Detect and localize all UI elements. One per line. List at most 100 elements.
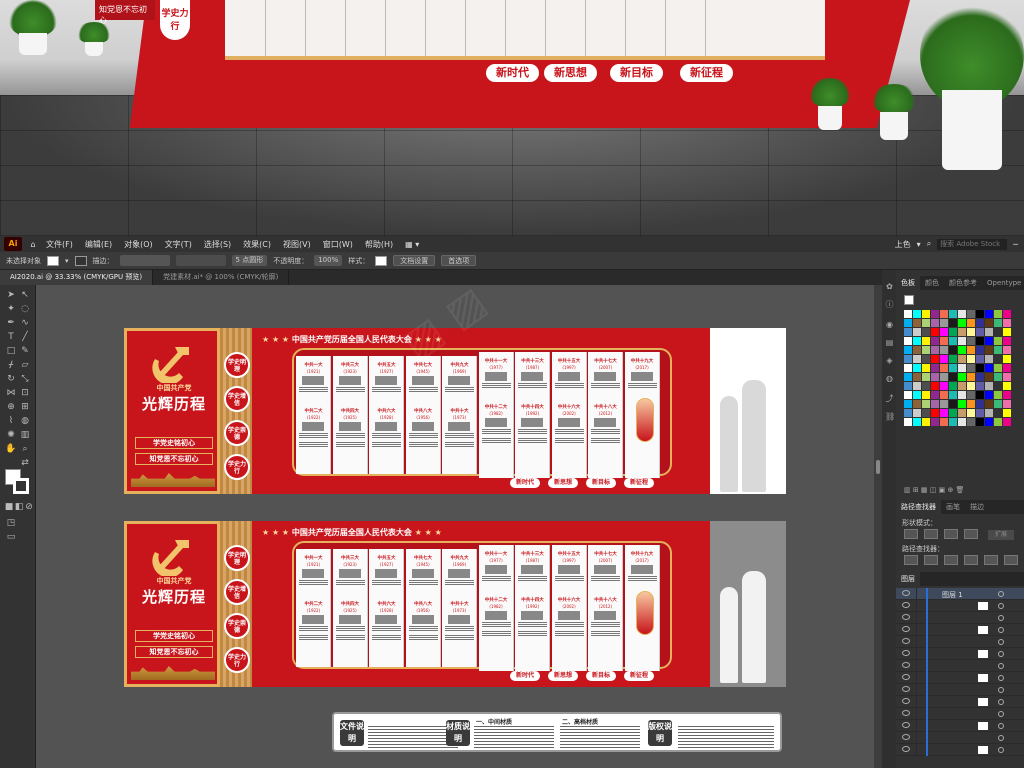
graph-tool-icon[interactable]: ▥ <box>19 429 31 441</box>
opacity-input[interactable]: 100% <box>314 255 343 266</box>
expand-button[interactable]: 扩展 <box>988 530 1014 540</box>
color-swatch[interactable] <box>994 364 1002 372</box>
target-circle-icon[interactable] <box>998 675 1004 681</box>
layer-row[interactable] <box>896 600 1024 612</box>
color-swatch[interactable] <box>967 400 975 408</box>
exclude-button[interactable] <box>964 529 978 539</box>
layer-row[interactable] <box>896 720 1024 732</box>
layer-row[interactable]: 图层 1 <box>896 588 1024 600</box>
color-swatch[interactable] <box>967 409 975 417</box>
color-swatch[interactable] <box>904 409 912 417</box>
color-swatch[interactable] <box>958 391 966 399</box>
color-swatch[interactable] <box>958 337 966 345</box>
menu-select[interactable]: 选择(S) <box>198 239 237 250</box>
color-swatch[interactable] <box>940 382 948 390</box>
color-swatch[interactable] <box>931 319 939 327</box>
color-swatch[interactable] <box>931 337 939 345</box>
color-swatch[interactable] <box>958 400 966 408</box>
color-swatch[interactable] <box>958 310 966 318</box>
visibility-eye-icon[interactable] <box>902 674 910 680</box>
color-swatch[interactable] <box>1003 373 1011 381</box>
color-swatch[interactable] <box>904 310 912 318</box>
color-swatch[interactable] <box>1003 328 1011 336</box>
chevron-down-icon[interactable]: ▾ <box>917 240 921 249</box>
tab-brushes[interactable]: 画笔 <box>941 500 965 514</box>
swatch-panel-buttons[interactable]: ▥ ⊞ ▦ ◫ ▣ ⊕ 🗑 <box>904 486 1014 496</box>
color-swatch[interactable] <box>985 310 993 318</box>
target-circle-icon[interactable] <box>998 699 1004 705</box>
visibility-eye-icon[interactable] <box>902 590 910 596</box>
color-swatch[interactable] <box>940 328 948 336</box>
color-swatch[interactable] <box>904 418 912 426</box>
visibility-eye-icon[interactable] <box>902 734 910 740</box>
color-swatch[interactable] <box>904 373 912 381</box>
color-swatch[interactable] <box>994 310 1002 318</box>
target-circle-icon[interactable] <box>998 747 1004 753</box>
minus-back-button[interactable] <box>1004 555 1018 565</box>
color-swatch[interactable] <box>1003 355 1011 363</box>
menu-file[interactable]: 文件(F) <box>40 239 79 250</box>
color-swatch[interactable] <box>949 409 957 417</box>
visibility-eye-icon[interactable] <box>902 686 910 692</box>
color-swatch[interactable] <box>913 337 921 345</box>
color-swatch[interactable] <box>922 337 930 345</box>
color-swatch[interactable] <box>985 409 993 417</box>
tab-color-guide[interactable]: 颜色参考 <box>944 276 982 290</box>
layer-row[interactable] <box>896 696 1024 708</box>
graphic-styles-icon[interactable]: ◍ <box>885 374 894 383</box>
blend-icon[interactable]: ◍ <box>19 415 31 427</box>
transform-icon[interactable]: ◈ <box>885 356 894 365</box>
target-circle-icon[interactable] <box>998 735 1004 741</box>
visibility-eye-icon[interactable] <box>902 698 910 704</box>
color-swatch[interactable] <box>931 364 939 372</box>
outline-button[interactable] <box>984 555 998 565</box>
minimize-icon[interactable]: ─ <box>1013 240 1018 249</box>
direct-selection-tool-icon[interactable]: ↖ <box>19 289 31 301</box>
color-swatch[interactable] <box>985 364 993 372</box>
tab-ai2020[interactable]: AI2020.ai @ 33.33% (CMYK/GPU 预览) <box>0 270 154 285</box>
workspace-switcher[interactable]: 上色 <box>895 239 911 250</box>
color-swatch[interactable] <box>922 382 930 390</box>
color-swatch[interactable] <box>913 409 921 417</box>
visibility-eye-icon[interactable] <box>902 722 910 728</box>
menu-window[interactable]: 窗口(W) <box>317 239 359 250</box>
layer-row[interactable] <box>896 648 1024 660</box>
color-swatch[interactable] <box>913 346 921 354</box>
color-swatch[interactable] <box>940 337 948 345</box>
tab-color[interactable]: 颜色 <box>920 276 944 290</box>
color-swatch[interactable] <box>904 337 912 345</box>
menu-help[interactable]: 帮助(H) <box>359 239 399 250</box>
color-swatch[interactable] <box>994 355 1002 363</box>
magic-wand-icon[interactable]: ✦ <box>5 303 17 315</box>
color-swatch[interactable] <box>949 400 957 408</box>
color-swatch[interactable] <box>940 391 948 399</box>
color-swatch[interactable] <box>976 319 984 327</box>
color-swatch[interactable] <box>922 346 930 354</box>
lock-slot[interactable] <box>916 636 917 648</box>
color-swatch[interactable] <box>1003 346 1011 354</box>
color-swatch[interactable] <box>922 319 930 327</box>
color-swatch[interactable] <box>922 418 930 426</box>
color-swatch[interactable] <box>940 364 948 372</box>
lock-slot[interactable] <box>916 588 917 600</box>
color-swatch[interactable] <box>967 310 975 318</box>
pen-tool-icon[interactable]: ✒ <box>5 317 17 329</box>
lock-slot[interactable] <box>916 720 917 732</box>
color-swatch[interactable] <box>949 328 957 336</box>
color-swatch[interactable] <box>949 382 957 390</box>
layer-row[interactable] <box>896 624 1024 636</box>
color-swatch[interactable] <box>958 373 966 381</box>
fill-swatch[interactable] <box>47 255 59 266</box>
color-swatch[interactable] <box>958 364 966 372</box>
color-swatch[interactable] <box>904 319 912 327</box>
color-swatch[interactable] <box>976 364 984 372</box>
color-swatch[interactable] <box>931 355 939 363</box>
color-swatch[interactable] <box>994 346 1002 354</box>
color-swatch[interactable] <box>976 382 984 390</box>
color-swatch[interactable] <box>913 355 921 363</box>
color-swatch[interactable] <box>913 391 921 399</box>
color-swatch[interactable] <box>949 391 957 399</box>
color-swatch[interactable] <box>1003 364 1011 372</box>
color-swatch[interactable] <box>994 337 1002 345</box>
eraser-icon[interactable]: ▱ <box>19 359 31 371</box>
